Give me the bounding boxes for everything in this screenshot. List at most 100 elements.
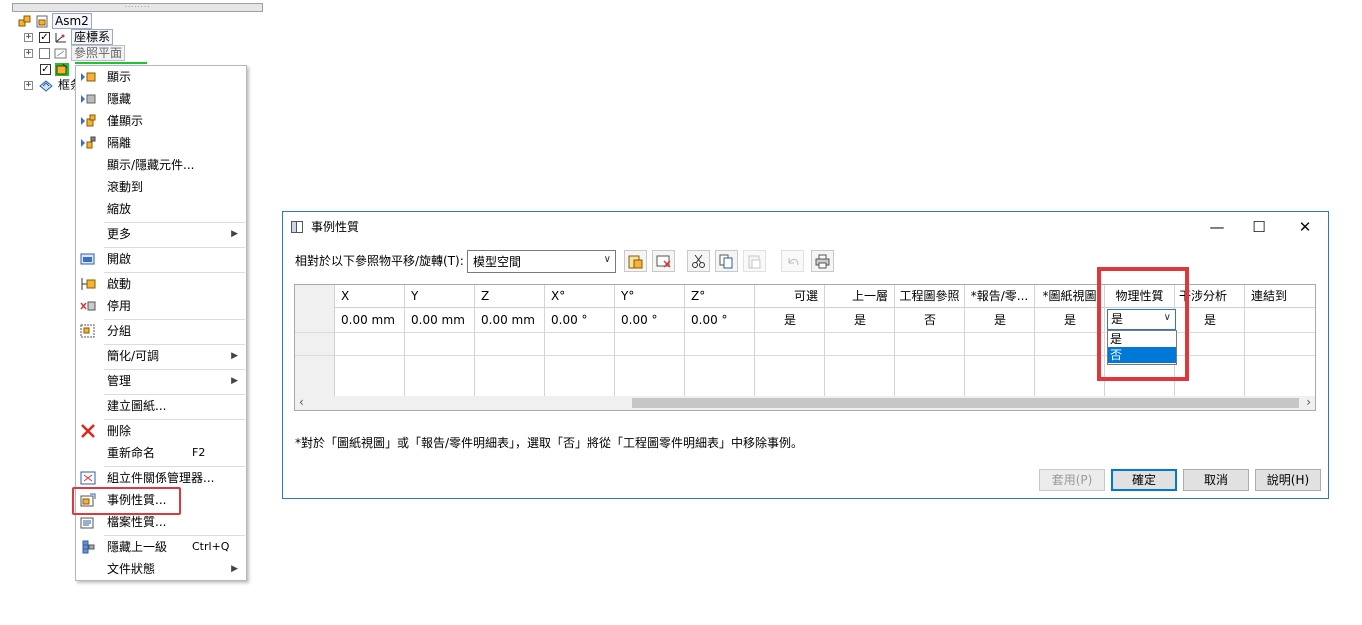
menu-item-deactivate[interactable]: 停用 [76,295,246,317]
printer-icon [815,254,830,268]
menu-item-more[interactable]: 更多 ▶ [76,223,246,245]
cell-y-angle[interactable]: 0.00 ° [621,309,658,331]
cell-report[interactable]: 是 [965,309,1035,331]
print-button[interactable] [811,250,834,272]
expand-icon[interactable]: + [24,32,33,42]
tree-node-reference-planes[interactable]: + 參照平面 [24,45,126,61]
menu-item-show-hide-components[interactable]: 顯示/隱藏元件... [76,154,246,176]
menu-item-label: 建立圖紙... [107,399,167,413]
tree-node-selected-part[interactable]: ✓ [40,61,72,77]
menu-item-activate[interactable]: 啟動 [76,273,246,295]
ok-button[interactable]: 確定 [1111,469,1177,491]
menu-item-shortcut: F2 [192,446,206,459]
grid-column [335,285,405,396]
menu-item-show-only[interactable]: 僅顯示 [76,110,246,132]
paste-transform-button[interactable] [624,250,647,272]
menu-item-label: 僅顯示 [107,114,144,128]
menu-item-delete[interactable]: 刪除 [76,420,246,442]
apply-button[interactable]: 套用(P) [1039,469,1105,491]
menu-item-label: 啟動 [107,277,132,291]
grid-column [965,285,1035,396]
reference-plane-icon [54,47,68,60]
visibility-checkbox[interactable] [39,47,50,59]
expand-icon[interactable]: + [24,80,33,90]
paste-button[interactable] [743,250,766,272]
horizontal-scrollbar[interactable]: ‹ › [295,395,1315,410]
tree-node-label[interactable]: 座標系 [71,29,114,45]
active-selection-underline [75,62,147,64]
close-button[interactable]: ✕ [1285,215,1325,239]
menu-item-scroll-to[interactable]: 滾動到 [76,176,246,198]
paste-transform-icon [628,255,643,268]
cell-z[interactable]: 0.00 mm [481,309,535,331]
scissors-icon [692,254,705,268]
reference-select-value: 模型空間 [473,255,522,269]
menu-item-label: 重新命名 [107,446,156,460]
minimize-button[interactable]: — [1197,215,1237,239]
menu-item-manage[interactable]: 管理 ▶ [76,370,246,392]
menu-item-hide-previous-level[interactable]: 隱藏上一級 Ctrl+Q [76,536,246,558]
copy-button[interactable] [715,250,738,272]
undo-button[interactable] [781,250,804,272]
menu-item-simplify[interactable]: 簡化/可調 ▶ [76,345,246,367]
cell-drawing-reference[interactable]: 否 [895,309,965,331]
menu-item-label: 顯示 [107,70,132,84]
menu-item-label: 顯示/隱藏元件... [107,158,195,172]
tree-root-label[interactable]: Asm2 [52,13,92,29]
grid-column [475,285,545,396]
tree-root[interactable]: Asm2 [18,13,92,29]
scroll-left-icon[interactable]: ‹ [299,395,304,409]
menu-item-rename[interactable]: 重新命名 F2 [76,442,246,464]
menu-item-label: 隱藏 [107,92,132,106]
deactivate-icon [80,299,96,313]
cut-button[interactable] [687,250,710,272]
cell-drawing-view[interactable]: 是 [1035,309,1105,331]
visibility-checkbox[interactable]: ✓ [39,31,50,43]
cell-y[interactable]: 0.00 mm [411,309,465,331]
scrollbar-thumb[interactable] [632,398,1299,408]
menu-item-relationship-manager[interactable]: 組立件關係管理器... [76,467,246,489]
cell-x-angle[interactable]: 0.00 ° [551,309,588,331]
menu-item-zoom[interactable]: 縮放 [76,198,246,220]
tree-node-coordinate-system[interactable]: + ✓ 座標系 [24,29,114,45]
dialog-title-icon [291,221,303,233]
pane-resize-grip[interactable]: ········ [12,3,263,12]
assembly-icon [18,15,32,28]
submenu-arrow-icon: ▶ [231,351,238,361]
menu-item-create-drawing[interactable]: 建立圖紙... [76,395,246,417]
relationship-manager-icon [80,471,96,485]
coordinate-system-icon [54,31,68,44]
column-header-link-to[interactable]: 連結到 [1245,285,1315,308]
reference-select[interactable]: 模型空間 ∨ [467,250,616,273]
tree-node-label[interactable]: 參照平面 [71,45,126,61]
delete-icon [80,424,96,438]
expand-icon[interactable]: + [24,48,33,58]
menu-item-label: 開啟 [107,252,132,266]
help-button[interactable]: 說明(H) [1255,469,1321,491]
dialog-title: 事例性質 [291,220,359,234]
undo-icon [788,257,799,265]
frame-icon [39,79,53,92]
chevron-down-icon: ∨ [603,254,611,265]
cell-parent[interactable]: 是 [825,309,895,331]
activate-icon [80,277,96,291]
menu-item-show[interactable]: 顯示 [76,66,246,88]
menu-item-label: 分組 [107,324,132,338]
hide-icon [80,92,96,106]
cell-selectable[interactable]: 是 [755,309,825,331]
menu-item-group[interactable]: 分組 [76,320,246,342]
cell-x[interactable]: 0.00 mm [341,309,395,331]
menu-item-open[interactable]: 開啟 [76,248,246,270]
menu-item-label: 管理 [107,374,132,388]
menu-item-isolate[interactable]: 隔離 [76,132,246,154]
open-icon [80,252,96,266]
cell-z-angle[interactable]: 0.00 ° [691,309,728,331]
cancel-button[interactable]: 取消 [1183,469,1249,491]
visibility-checkbox[interactable]: ✓ [40,63,51,75]
scroll-right-icon[interactable]: › [1306,395,1311,409]
menu-item-hide[interactable]: 隱藏 [76,88,246,110]
menu-item-document-status[interactable]: 文件狀態 ▶ [76,558,246,580]
grid-column [755,285,825,396]
maximize-button[interactable]: ☐ [1239,215,1279,239]
clear-button[interactable] [652,250,675,272]
